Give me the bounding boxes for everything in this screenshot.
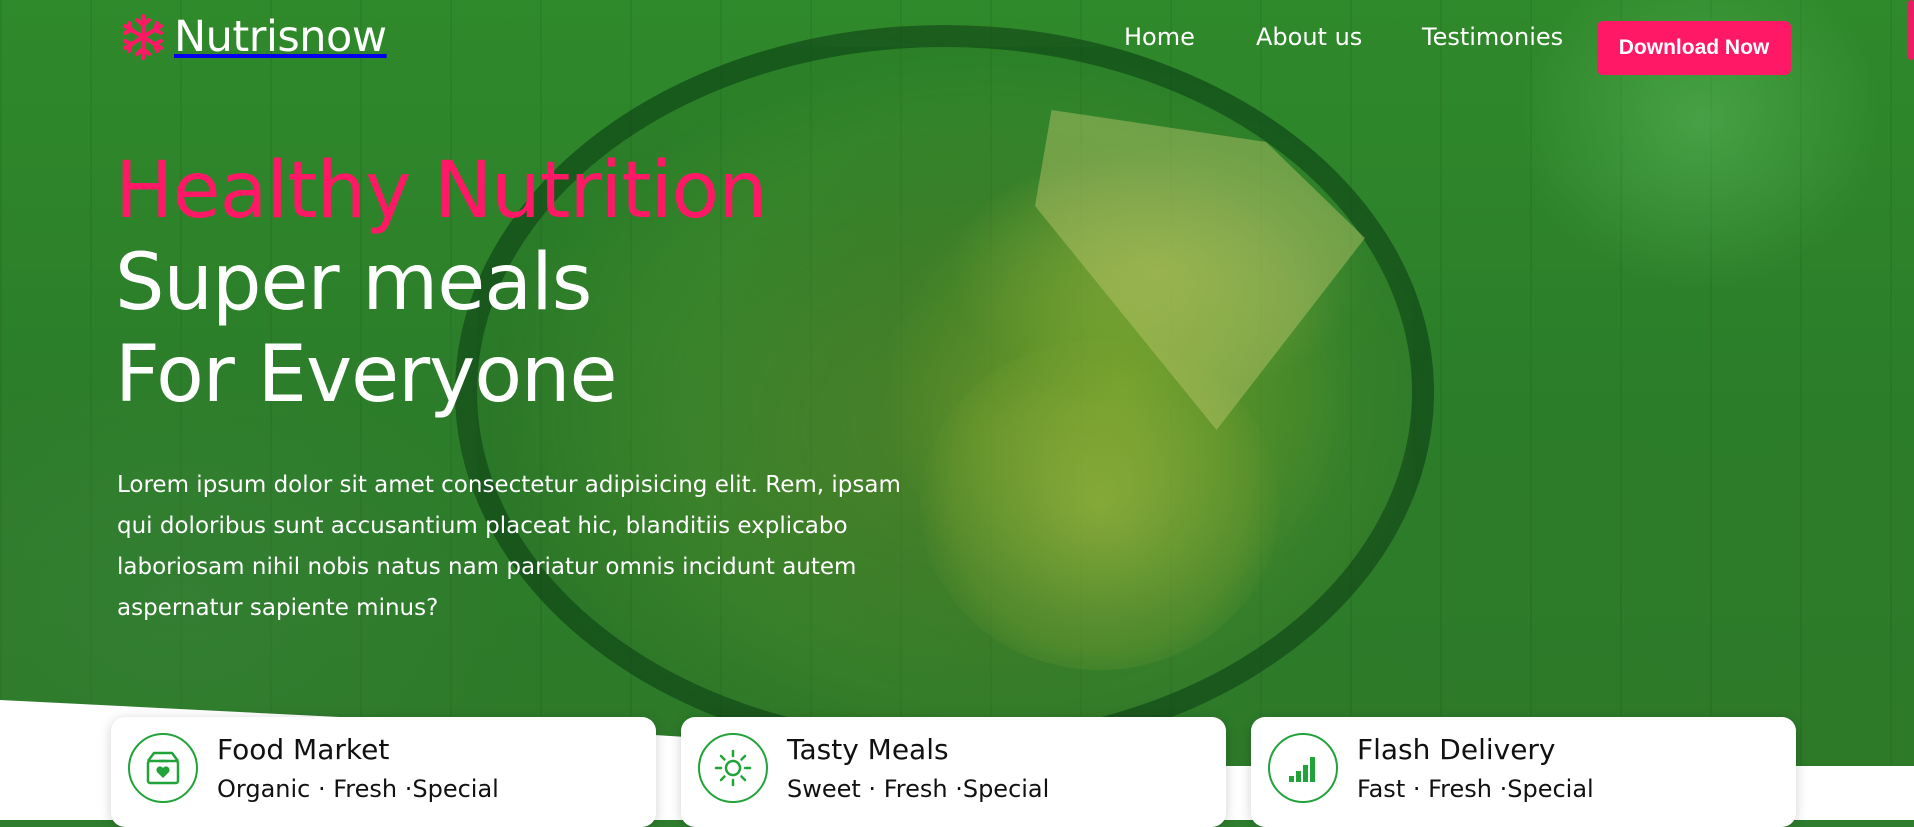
- hero-title-accent: Healthy Nutrition: [115, 146, 768, 236]
- snowflake-icon: [123, 14, 163, 60]
- feature-subtitle: Organic · Fresh ·Special: [217, 775, 499, 803]
- box-heart-icon: [128, 733, 198, 803]
- sun-icon: [698, 733, 768, 803]
- feature-title: Tasty Meals: [787, 733, 949, 766]
- nav-about-link[interactable]: About us: [1256, 23, 1362, 51]
- feature-card-tasty-meals[interactable]: Tasty Meals Sweet · Fresh ·Special: [681, 717, 1226, 827]
- nav-home-link[interactable]: Home: [1124, 23, 1195, 51]
- signal-bars-icon: [1268, 733, 1338, 803]
- brand-name: Nutrisnow: [174, 12, 387, 62]
- scroll-indicator: [1908, 0, 1914, 60]
- nav-testimonies-link[interactable]: Testimonies: [1422, 23, 1563, 51]
- hero-title-line2: Super meals: [115, 238, 592, 328]
- feature-card-food-market[interactable]: Food Market Organic · Fresh ·Special: [111, 717, 656, 827]
- hero-title-line3: For Everyone: [115, 330, 617, 420]
- feature-card-flash-delivery[interactable]: Flash Delivery Fast · Fresh ·Special: [1251, 717, 1796, 827]
- download-now-button[interactable]: Download Now: [1597, 21, 1791, 75]
- feature-subtitle: Fast · Fresh ·Special: [1357, 775, 1594, 803]
- feature-title: Food Market: [217, 733, 390, 766]
- feature-subtitle: Sweet · Fresh ·Special: [787, 775, 1050, 803]
- hero-title: Healthy Nutrition Super meals For Everyo…: [115, 145, 768, 421]
- feature-title: Flash Delivery: [1357, 733, 1556, 766]
- hero-description: Lorem ipsum dolor sit amet consectetur a…: [117, 472, 901, 621]
- brand-logo[interactable]: Nutrisnow: [118, 12, 387, 62]
